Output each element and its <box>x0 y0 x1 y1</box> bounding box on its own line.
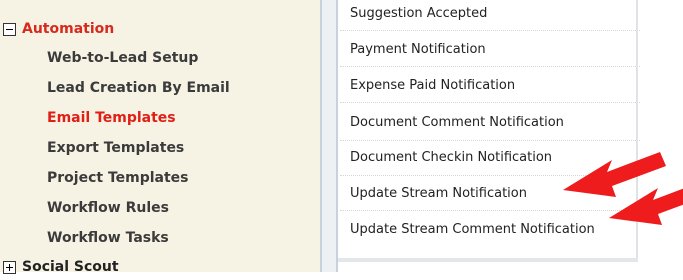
template-link-update-stream-notification[interactable]: Update Stream Notification <box>350 186 527 201</box>
expand-icon[interactable] <box>3 261 16 274</box>
sidebar-item-project-templates[interactable]: Project Templates <box>47 170 189 186</box>
template-link-document-comment-notification[interactable]: Document Comment Notification <box>350 115 564 130</box>
collapse-icon[interactable] <box>3 23 16 36</box>
template-link-expense-paid-notification[interactable]: Expense Paid Notification <box>350 78 515 93</box>
template-link-payment-notification[interactable]: Payment Notification <box>350 42 486 57</box>
row-divider <box>340 66 640 67</box>
red-arrow-icon <box>609 188 683 225</box>
sidebar-nav: Automation Web-to-Lead Setup Lead Creati… <box>0 0 320 275</box>
sidebar-item-web-to-lead-setup[interactable]: Web-to-Lead Setup <box>47 50 198 66</box>
sidebar-item-workflow-rules[interactable]: Workflow Rules <box>47 200 169 216</box>
sidebar-item-email-templates[interactable]: Email Templates <box>47 110 176 126</box>
pane-divider <box>336 0 338 272</box>
template-link-document-checkin-notification[interactable]: Document Checkin Notification <box>350 150 552 165</box>
sidebar-item-workflow-tasks[interactable]: Workflow Tasks <box>47 230 169 246</box>
section-automation[interactable]: Automation <box>0 16 320 42</box>
pane-splitter-handle[interactable] <box>322 0 336 272</box>
row-divider <box>340 102 640 103</box>
sidebar-item-lead-creation-by-email[interactable]: Lead Creation By Email <box>47 80 230 96</box>
sidebar-item-export-templates[interactable]: Export Templates <box>47 140 184 156</box>
row-divider <box>340 30 640 31</box>
section-social-scout[interactable]: Social Scout <box>0 254 320 280</box>
section-label-social-scout[interactable]: Social Scout <box>22 259 119 275</box>
template-link-update-stream-comment-notification[interactable]: Update Stream Comment Notification <box>350 222 595 237</box>
section-label-automation[interactable]: Automation <box>22 21 114 37</box>
template-link-suggestion-accepted[interactable]: Suggestion Accepted <box>350 6 487 21</box>
list-footer-bar <box>338 258 638 262</box>
